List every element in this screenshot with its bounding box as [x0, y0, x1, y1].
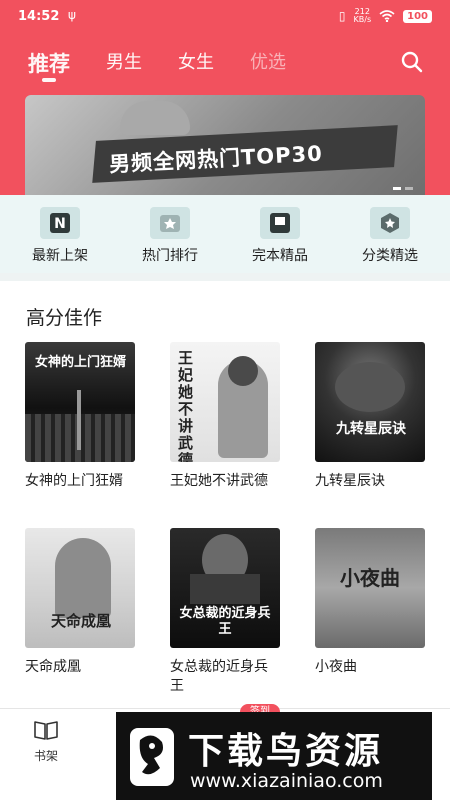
nav-bookshelf[interactable]: 书架	[26, 719, 66, 764]
quick-label: 最新上架	[32, 248, 88, 264]
cover-title: 九转星辰诀	[336, 421, 406, 437]
nav-label: 书架	[33, 749, 58, 763]
book-cover: 王妃她不讲武德	[170, 342, 280, 462]
bird-logo-icon	[130, 728, 174, 786]
quick-finished[interactable]: 完本精品	[235, 207, 325, 265]
banner-pagination	[393, 187, 413, 190]
book-card[interactable]: 女神的上门狂婿 女神的上门狂婿	[25, 342, 135, 491]
book-title: 女总裁的近身兵王	[170, 659, 268, 694]
book-card[interactable]: 九转星辰诀 九转星辰诀	[315, 342, 425, 491]
quick-new-shelf[interactable]: N 最新上架	[15, 207, 105, 265]
status-icons: ▯ 212 KB/s 100	[339, 8, 432, 24]
status-time: 14:52	[18, 9, 60, 24]
quick-entries: N 最新上架 热门排行 完本精品 分类精选	[0, 195, 450, 273]
book-title: 小夜曲	[315, 659, 357, 675]
search-icon[interactable]	[400, 50, 424, 74]
book-title: 天命成凰	[25, 659, 81, 675]
book-cover: 小夜曲	[315, 528, 425, 648]
cover-title: 女总裁的近身兵王	[179, 606, 271, 637]
quick-category[interactable]: 分类精选	[345, 207, 435, 265]
watermark-title: 下载鸟资源	[188, 731, 384, 772]
tab-female[interactable]: 女生	[178, 48, 214, 78]
network-speed: 212 KB/s	[353, 7, 372, 24]
book-cover: 九转星辰诀	[315, 342, 425, 462]
hot-rank-icon	[150, 207, 190, 239]
cover-title: 王妃她不讲武德	[178, 349, 194, 463]
cover-title: 女神的上门狂婿	[35, 355, 127, 370]
quick-label: 分类精选	[362, 248, 418, 264]
book-cover: 女神的上门狂婿	[25, 342, 135, 462]
cover-title: 天命成凰	[50, 612, 111, 630]
tab-male[interactable]: 男生	[106, 48, 142, 78]
book-title: 女神的上门狂婿	[25, 473, 123, 489]
book-title: 王妃她不讲武德	[170, 473, 268, 489]
usb-icon: ψ	[68, 8, 76, 22]
book-title: 九转星辰诀	[315, 473, 385, 489]
wifi-icon	[379, 10, 395, 22]
battery-indicator: 100	[403, 9, 432, 23]
book-card[interactable]: 小夜曲 小夜曲	[315, 528, 425, 677]
finished-book-icon	[260, 207, 300, 239]
header: 14:52 ψ ▯ 212 KB/s 100 推荐 男生 女生 优选 男频全网热…	[0, 0, 450, 195]
tab-recommend[interactable]: 推荐	[28, 48, 70, 82]
vibrate-icon: ▯	[338, 9, 346, 23]
cover-title: 小夜曲	[340, 566, 400, 590]
section-title: 高分佳作	[26, 307, 103, 329]
book-cover: 女总裁的近身兵王	[170, 528, 280, 648]
new-shelf-icon: N	[40, 207, 80, 239]
status-bar: 14:52 ψ ▯ 212 KB/s 100	[0, 0, 450, 34]
book-card[interactable]: 天命成凰 天命成凰	[25, 528, 135, 677]
banner-dot	[393, 187, 401, 190]
quick-hot-rank[interactable]: 热门排行	[125, 207, 215, 265]
svg-text:N: N	[54, 216, 66, 232]
quick-label: 热门排行	[142, 248, 198, 264]
tab-selected[interactable]: 优选	[250, 48, 286, 78]
book-card[interactable]: 王妃她不讲武德 王妃她不讲武德	[170, 342, 280, 491]
category-tabs: 推荐 男生 女生 优选	[28, 48, 322, 82]
trophy-icon	[120, 101, 190, 135]
bookshelf-icon	[34, 721, 58, 740]
quick-label: 完本精品	[252, 248, 308, 264]
banner-dot	[405, 187, 413, 190]
section-divider	[0, 273, 450, 281]
book-cover: 天命成凰	[25, 528, 135, 648]
book-card[interactable]: 女总裁的近身兵王 女总裁的近身兵王	[170, 528, 280, 696]
category-icon	[370, 207, 410, 239]
promo-banner[interactable]: 男频全网热门TOP30	[25, 95, 425, 195]
watermark: 下载鸟资源 www.xiazainiao.com	[116, 712, 432, 800]
watermark-url: www.xiazainiao.com	[190, 770, 383, 792]
